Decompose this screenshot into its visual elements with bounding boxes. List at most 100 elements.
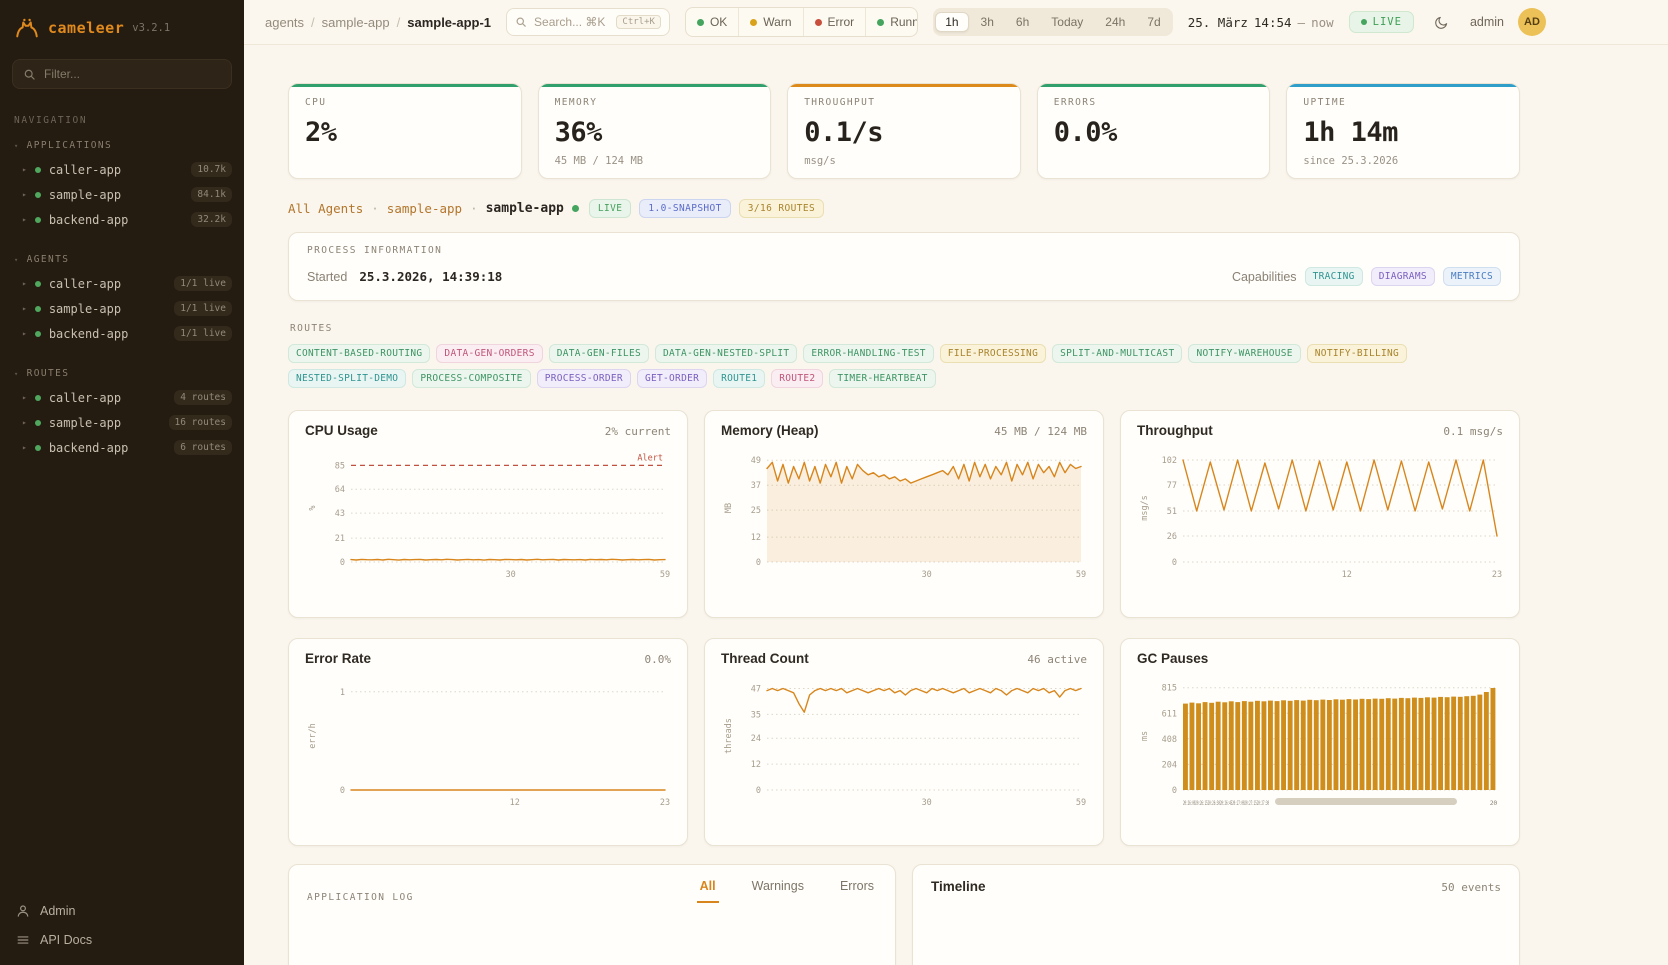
route-chip-data-gen-nested-split[interactable]: DATA-GEN-NESTED-SPLIT [655, 344, 797, 363]
stat-card-uptime: UPTIME1h 14msince 25.3.2026 [1286, 83, 1520, 179]
time-range-24h[interactable]: 24h [1095, 12, 1135, 32]
stat-label: ERRORS [1054, 97, 1254, 108]
sidebar-item-agents-caller-app[interactable]: ▸caller-app1/1 live [0, 271, 244, 296]
user-avatar[interactable]: AD [1518, 8, 1546, 36]
svg-text:26: 26 [1167, 532, 1177, 542]
global-search-input[interactable]: Search... ⌘K Ctrl+K [506, 8, 670, 36]
stat-card-errors: ERRORS0.0% [1037, 83, 1271, 179]
chevron-right-icon: ▸ [22, 443, 27, 452]
timeline-panel: Timeline 50 events [912, 864, 1520, 965]
svg-text:85: 85 [335, 461, 345, 471]
svg-text:30: 30 [506, 570, 516, 580]
route-chip-split-and-multicast[interactable]: SPLIT-AND-MULTICAST [1052, 344, 1182, 363]
sidebar-item-agents-sample-app[interactable]: ▸sample-app1/1 live [0, 296, 244, 321]
svg-text:59: 59 [1076, 798, 1086, 808]
route-chip-process-order[interactable]: PROCESS-ORDER [537, 369, 631, 388]
chevron-right-icon: ▸ [22, 393, 27, 402]
route-chip-process-composite[interactable]: PROCESS-COMPOSITE [412, 369, 530, 388]
time-range-7d[interactable]: 7d [1137, 12, 1170, 32]
dark-mode-toggle[interactable] [1428, 8, 1456, 36]
started-value: 25.3.2026, 14:39:18 [359, 269, 502, 284]
route-chip-get-order[interactable]: GET-ORDER [637, 369, 707, 388]
live-status-pill[interactable]: LIVE [1349, 11, 1414, 33]
svg-text:0: 0 [1172, 558, 1177, 568]
sidebar-section-header-applications[interactable]: ▾APPLICATIONS [0, 138, 244, 157]
chevron-right-icon: ▸ [22, 329, 27, 338]
route-chip-file-processing[interactable]: FILE-PROCESSING [940, 344, 1046, 363]
route-chip-error-handling-test[interactable]: ERROR-HANDLING-TEST [803, 344, 933, 363]
breadcrumb-link[interactable]: agents [265, 15, 304, 30]
chart-current-value: 45 MB / 124 MB [994, 425, 1087, 438]
svg-text:0: 0 [756, 786, 761, 796]
log-tab-warnings[interactable]: Warnings [749, 879, 807, 903]
sidebar-item-routes-caller-app[interactable]: ▸caller-app4 routes [0, 385, 244, 410]
status-filter-warn[interactable]: Warn [738, 8, 802, 36]
sidebar-item-routes-sample-app[interactable]: ▸sample-app16 routes [0, 410, 244, 435]
svg-text:47: 47 [751, 685, 761, 695]
status-filter-ok[interactable]: OK [686, 8, 738, 36]
route-chip-data-gen-files[interactable]: DATA-GEN-FILES [549, 344, 649, 363]
route-chip-data-gen-orders[interactable]: DATA-GEN-ORDERS [436, 344, 542, 363]
live-label: LIVE [1373, 16, 1402, 28]
sidebar-section-header-agents[interactable]: ▾AGENTS [0, 252, 244, 271]
time-range-3h[interactable]: 3h [971, 12, 1004, 32]
sidebar-item-routes-backend-app[interactable]: ▸backend-app6 routes [0, 435, 244, 460]
sidebar-filter-input[interactable]: Filter... [12, 59, 232, 89]
capability-chips: TRACINGDIAGRAMSMETRICS [1305, 267, 1501, 286]
time-range-today[interactable]: Today [1041, 12, 1093, 32]
time-range-display[interactable]: 25. März 14:54 – now [1188, 15, 1334, 30]
sidebar-section-routes: ▾ROUTES▸caller-app4 routes▸sample-app16 … [0, 366, 244, 460]
timeline-title: Timeline [931, 879, 986, 894]
log-tab-errors[interactable]: Errors [837, 879, 877, 903]
status-filter-label: Error [828, 15, 855, 29]
route-chip-route1[interactable]: ROUTE1 [713, 369, 765, 388]
app-logo[interactable]: cameleer v3.2.1 [0, 0, 244, 59]
sidebar-section-header-routes[interactable]: ▾ROUTES [0, 366, 244, 385]
application-log-title: APPLICATION LOG [307, 892, 414, 903]
time-range-6h[interactable]: 6h [1006, 12, 1039, 32]
instance-breadcrumb-link[interactable]: All Agents [288, 201, 363, 216]
stat-value: 36% [555, 117, 755, 148]
instance-breadcrumb-link[interactable]: sample-app [387, 201, 462, 216]
svg-text:30: 30 [922, 798, 932, 808]
stat-accent-bar [1287, 84, 1519, 87]
application-log-panel: APPLICATION LOG All Warnings Errors [288, 864, 896, 965]
svg-text:msg/s: msg/s [1140, 495, 1150, 521]
route-chip-route2[interactable]: ROUTE2 [771, 369, 823, 388]
route-chip-content-based-routing[interactable]: CONTENT-BASED-ROUTING [288, 344, 430, 363]
route-chip-timer-heartbeat[interactable]: TIMER-HEARTBEAT [829, 369, 935, 388]
item-count-badge: 10.7k [191, 162, 232, 177]
status-filter-running[interactable]: Running [865, 8, 918, 36]
item-label: backend-app [49, 441, 166, 455]
svg-text:threads: threads [724, 718, 734, 754]
sidebar-item-applications-backend-app[interactable]: ▸backend-app32.2k [0, 207, 244, 232]
route-chip-notify-billing[interactable]: NOTIFY-BILLING [1307, 344, 1407, 363]
log-tab-all[interactable]: All [697, 879, 719, 903]
navigation-heading: NAVIGATION [0, 115, 244, 126]
sidebar-item-agents-backend-app[interactable]: ▸backend-app1/1 live [0, 321, 244, 346]
svg-text:Alert: Alert [637, 453, 663, 463]
sidebar-item-applications-sample-app[interactable]: ▸sample-app84.1k [0, 182, 244, 207]
route-chip-notify-warehouse[interactable]: NOTIFY-WAREHOUSE [1188, 344, 1300, 363]
time-range-1h[interactable]: 1h [935, 12, 968, 32]
item-label: sample-app [49, 416, 161, 430]
footer-label: API Docs [40, 933, 92, 947]
status-dot-icon [750, 19, 757, 26]
status-dot-icon [35, 420, 41, 426]
chart-throughput: Throughput0.1 msg/s02651771021223msg/s [1120, 410, 1520, 618]
svg-text:24: 24 [751, 734, 761, 744]
sidebar-footer-api-docs[interactable]: API Docs [16, 933, 228, 947]
username-label: admin [1470, 15, 1504, 29]
breadcrumb-separator: / [397, 15, 401, 30]
chart-plot-throughput: 02651771021223msg/s [1137, 440, 1505, 600]
breadcrumb-link[interactable]: sample-app [322, 15, 390, 30]
route-chip-nested-split-demo[interactable]: NESTED-SPLIT-DEMO [288, 369, 406, 388]
stat-value: 1h 14m [1303, 117, 1503, 148]
sidebar-footer-admin[interactable]: Admin [16, 904, 228, 918]
svg-text:21: 21 [335, 534, 345, 544]
svg-text:0: 0 [340, 558, 345, 568]
status-filter-error[interactable]: Error [803, 8, 866, 36]
sidebar-item-applications-caller-app[interactable]: ▸caller-app10.7k [0, 157, 244, 182]
instance-badge-1-0-snapshot: 1.0-SNAPSHOT [639, 199, 730, 218]
process-started: Started 25.3.2026, 14:39:18 [307, 269, 502, 284]
